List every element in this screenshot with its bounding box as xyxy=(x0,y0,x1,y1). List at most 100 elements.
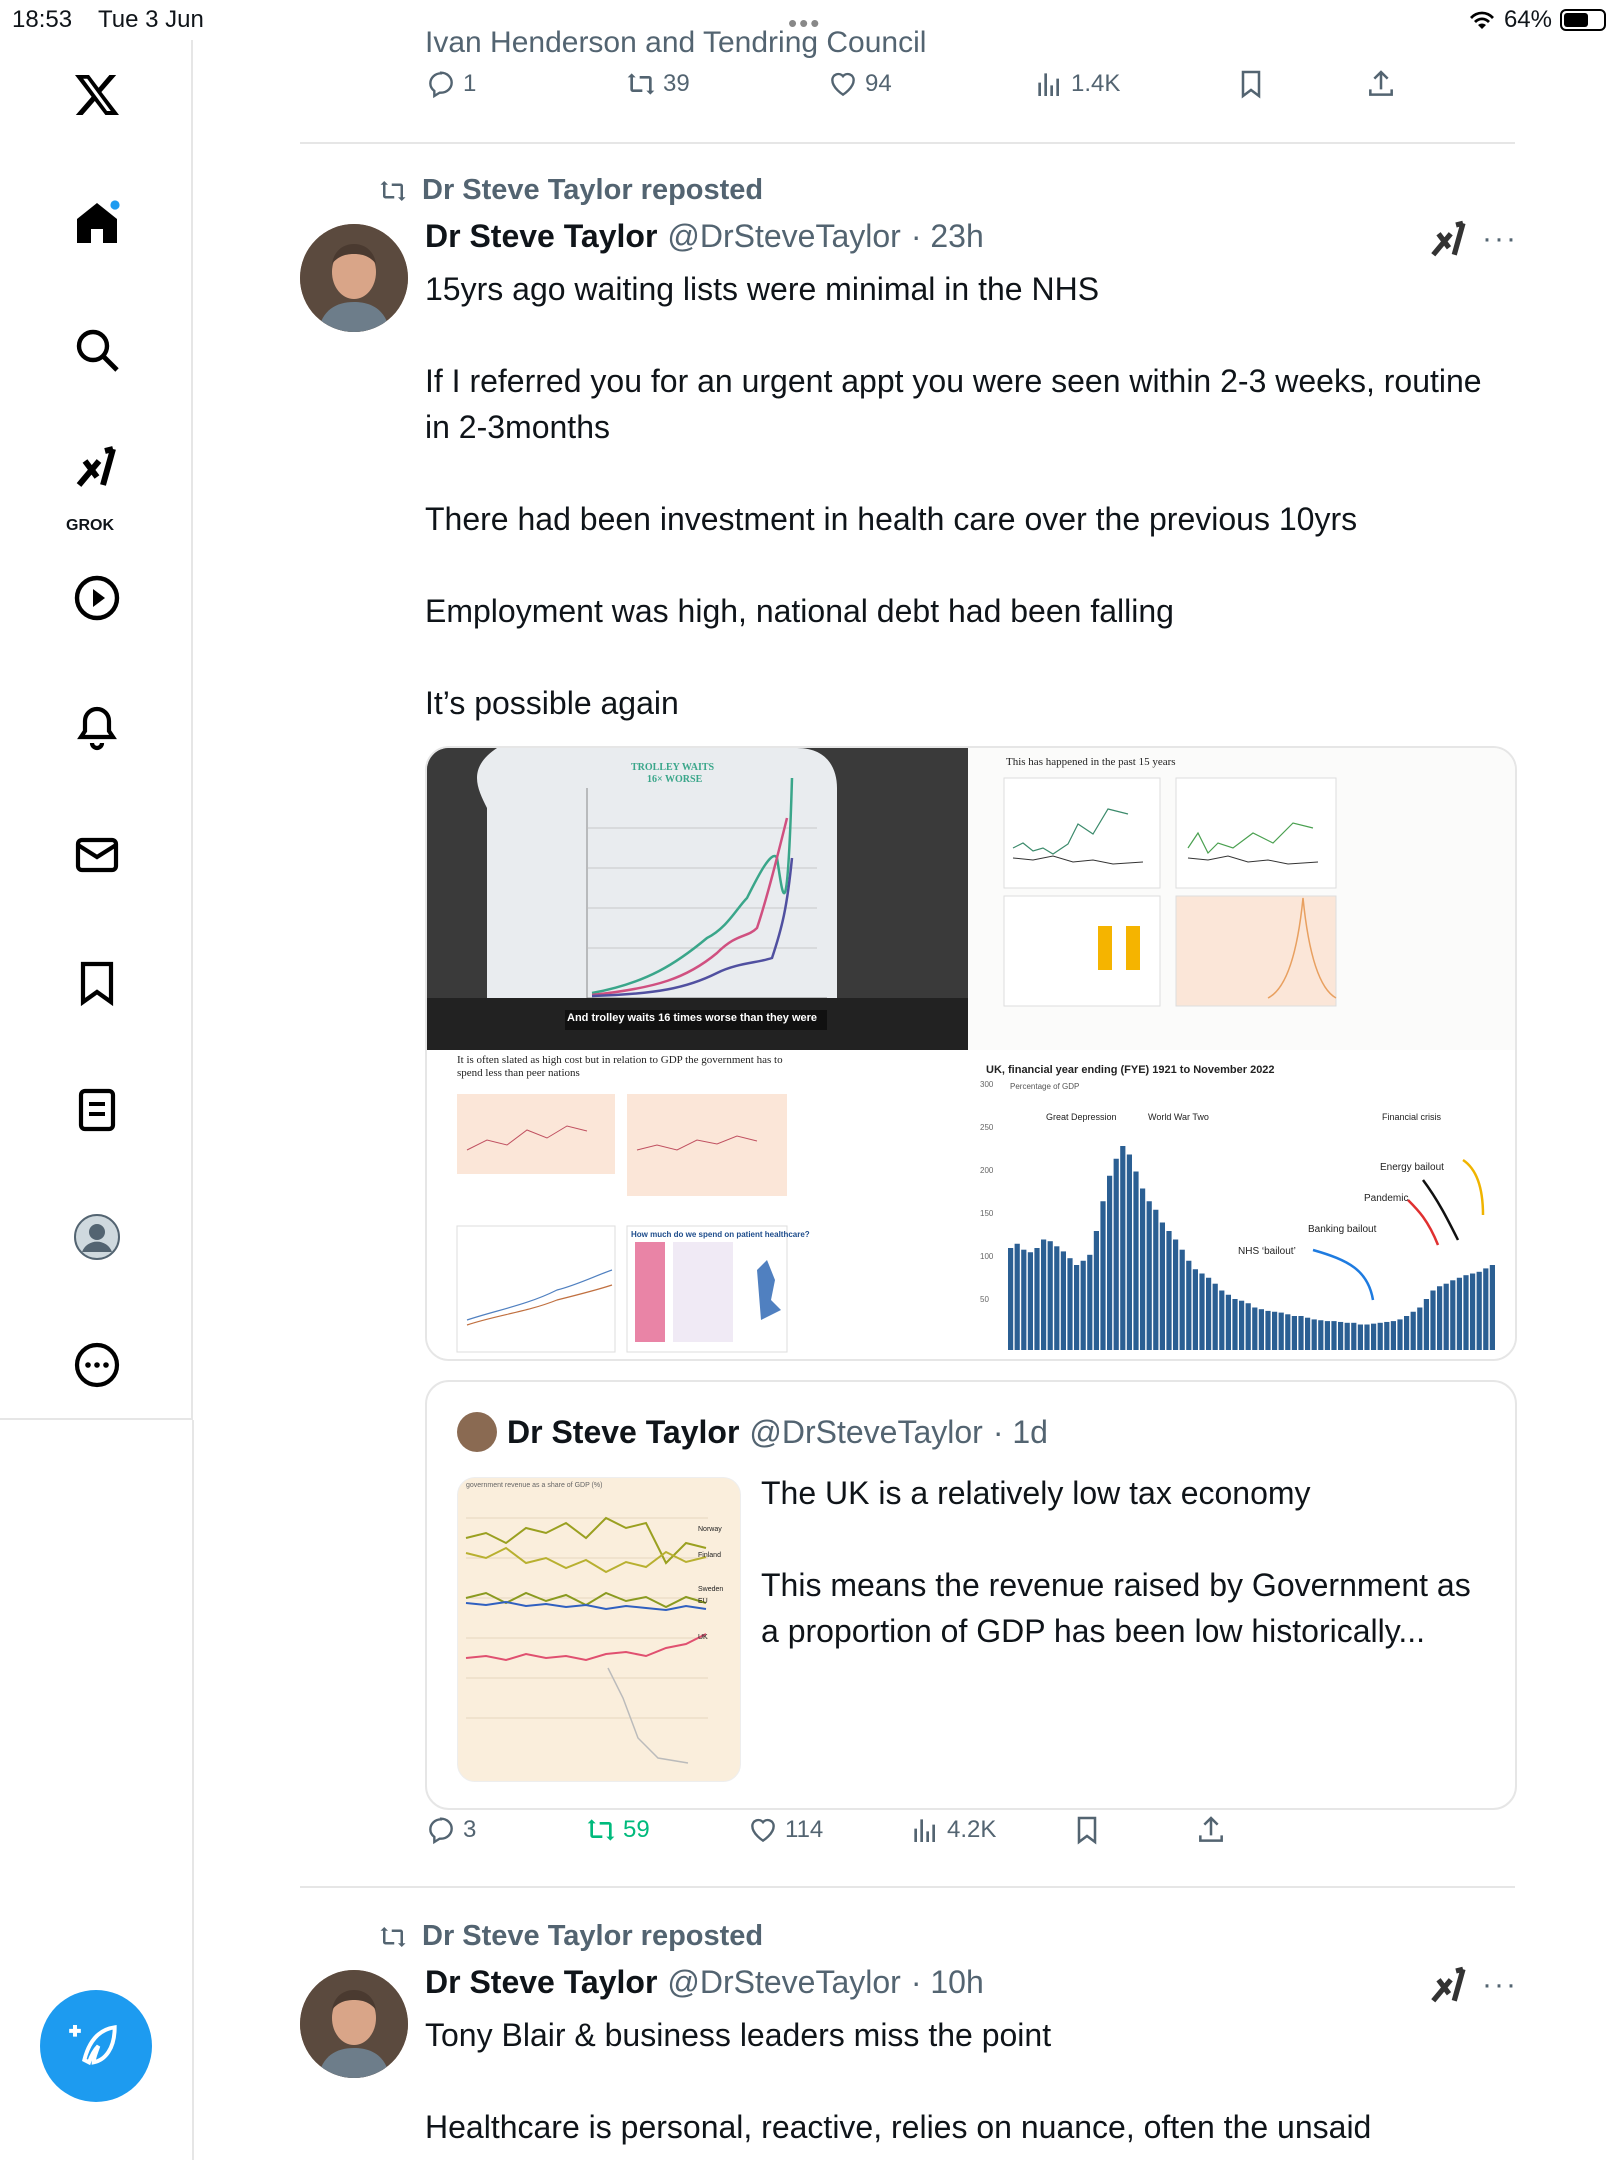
post-author: Dr Steve Taylor @DrSteveTaylor · 10h xyxy=(425,1964,984,2001)
post-more-icon[interactable]: ··· xyxy=(1482,1968,1518,2002)
battery-percent: 64% xyxy=(1503,6,1552,33)
img1-title-line1: TROLLEY WAITS xyxy=(631,762,715,773)
x-logo-icon[interactable] xyxy=(62,60,132,130)
prev-repost-count: 39 xyxy=(663,70,690,97)
quoted-author-name: Dr Steve Taylor xyxy=(507,1413,740,1450)
post-time[interactable]: · 10h xyxy=(911,1964,984,2001)
repost-label: Dr Steve Taylor reposted xyxy=(422,1920,764,1952)
post-divider xyxy=(300,142,1515,144)
prev-bookmark-button[interactable] xyxy=(1235,68,1267,100)
author-handle[interactable]: @DrSteveTaylor xyxy=(667,1964,900,2001)
compose-feather-icon xyxy=(69,2025,117,2066)
prev-views-button[interactable]: 1.4K xyxy=(1033,68,1120,100)
avatar[interactable] xyxy=(300,1970,408,2078)
views-count: 4.2K xyxy=(947,1816,997,1843)
profile-avatar-icon[interactable] xyxy=(62,1202,132,1272)
avatar[interactable] xyxy=(300,224,408,332)
wifi-icon xyxy=(1469,11,1494,30)
post-text: 15yrs ago waiting lists were minimal in … xyxy=(425,271,1482,721)
grok-explain-icon[interactable] xyxy=(1428,1964,1470,2015)
repost-icon xyxy=(587,1819,615,1841)
compose-post-button[interactable] xyxy=(40,1990,152,2102)
like-button[interactable]: 114 xyxy=(747,1814,823,1846)
quoted-image-revenue-chart[interactable]: government revenue as a share of GDP (%)… xyxy=(457,1477,741,1782)
grok-explain-icon[interactable] xyxy=(1428,218,1470,269)
quoted-post[interactable]: Dr Steve Taylor @DrSteveTaylor · 1d gove… xyxy=(425,1380,1517,1810)
quoted-post-text: The UK is a relatively low tax economy T… xyxy=(761,1475,1471,1649)
repost-label: Dr Steve Taylor reposted xyxy=(422,174,764,206)
video-icon[interactable] xyxy=(62,563,132,633)
prev-views-count: 1.4K xyxy=(1071,70,1121,97)
bookmark-icon xyxy=(1241,70,1261,99)
like-icon xyxy=(751,1818,775,1843)
bookmark-icon xyxy=(1077,1816,1097,1845)
share-button[interactable] xyxy=(1195,1814,1227,1846)
share-icon xyxy=(1369,70,1393,96)
post-text: Tony Blair & business leaders miss the p… xyxy=(425,2017,1372,2145)
messages-icon[interactable] xyxy=(62,820,132,890)
quoted-post-header: Dr Steve Taylor @DrSteveTaylor · 1d xyxy=(457,1412,1048,1452)
reply-button[interactable]: 3 xyxy=(425,1814,476,1846)
quoted-avatar xyxy=(457,1412,497,1452)
img3-subtitle: How much do we spend on patient healthca… xyxy=(631,1230,810,1239)
img4-tick-label: 200 xyxy=(980,1166,994,1175)
home-icon[interactable] xyxy=(62,188,132,258)
quoted-img-label-norway: Norway xyxy=(698,1526,722,1533)
grok-icon[interactable] xyxy=(62,432,132,502)
grok-label: GROK xyxy=(66,517,114,534)
prev-post-name-line[interactable]: Ivan Henderson and Tendring Council xyxy=(425,26,926,60)
media-image-debt-chart[interactable]: UK, financial year ending (FYE) 1921 to … xyxy=(968,1050,1515,1359)
prev-reply-count: 1 xyxy=(463,70,477,97)
like-count: 114 xyxy=(785,1816,824,1843)
views-icon xyxy=(914,1819,935,1842)
share-icon xyxy=(1199,1816,1223,1842)
post-author: Dr Steve Taylor @DrSteveTaylor · 23h xyxy=(425,218,984,255)
lists-icon[interactable] xyxy=(62,1075,132,1145)
sidebar: GROK xyxy=(0,40,193,1420)
status-time: 18:53 xyxy=(12,6,73,33)
media-image-gdp-comparison[interactable]: It is often slated as high cost but in r… xyxy=(427,1050,968,1359)
sidebar-divider xyxy=(192,1420,194,2160)
bookmark-button[interactable] xyxy=(1071,1814,1103,1846)
quoted-img-label-finland: Finland xyxy=(698,1552,721,1559)
prev-share-button[interactable] xyxy=(1365,68,1397,100)
prev-reply-button[interactable]: 1 xyxy=(425,68,476,100)
repost-icon xyxy=(627,73,655,95)
repost-button[interactable]: 59 xyxy=(585,1814,650,1846)
prev-like-button[interactable]: 94 xyxy=(827,68,892,100)
author-handle[interactable]: @DrSteveTaylor xyxy=(667,218,900,255)
post-time[interactable]: · 23h xyxy=(911,218,984,255)
search-icon[interactable] xyxy=(62,315,132,385)
battery-icon xyxy=(1560,9,1606,31)
img1-title-line2: 16× WORSE xyxy=(647,774,703,785)
quoted-post-time: · 1d xyxy=(992,1413,1048,1450)
media-image-trolley-waits[interactable]: TROLLEY WAITS 16× WORSE And trolley wait… xyxy=(427,748,968,1050)
views-button[interactable]: 4.2K xyxy=(909,1814,996,1846)
views-icon xyxy=(1038,73,1059,96)
quoted-author-handle: @DrSteveTaylor xyxy=(749,1413,983,1450)
img1-caption: And trolley waits 16 times worse than th… xyxy=(567,1012,818,1024)
img4-tick-label: 50 xyxy=(980,1295,989,1304)
reply-icon xyxy=(429,1817,453,1845)
repost-indicator[interactable]: Dr Steve Taylor reposted xyxy=(376,174,763,207)
prev-repost-button[interactable]: 39 xyxy=(625,68,690,100)
notifications-icon[interactable] xyxy=(62,692,132,762)
bookmarks-icon[interactable] xyxy=(62,948,132,1018)
img4-tick-label: 300 xyxy=(980,1080,994,1089)
post-media-grid[interactable]: TROLLEY WAITS 16× WORSE And trolley wait… xyxy=(425,746,1517,1361)
media-image-sickness-charts[interactable]: This has happened in the past 15 years xyxy=(968,748,1515,1050)
repost-indicator[interactable]: Dr Steve Taylor reposted xyxy=(376,1920,763,1953)
quoted-img-label-eu: EU xyxy=(698,1598,708,1605)
more-options-icon[interactable] xyxy=(62,1330,132,1400)
post-more-icon[interactable]: ··· xyxy=(1482,222,1518,256)
img4-tick-label: 100 xyxy=(980,1252,994,1261)
quoted-img-label-sweden: Sweden xyxy=(698,1586,724,1593)
post-divider xyxy=(300,1886,1515,1888)
quoted-img-label-uk: UK xyxy=(698,1634,708,1641)
reply-count: 3 xyxy=(463,1816,477,1843)
like-icon xyxy=(831,72,855,97)
reply-icon xyxy=(429,71,453,99)
author-name[interactable]: Dr Steve Taylor xyxy=(425,218,657,255)
repost-icon xyxy=(380,1926,406,1947)
author-name[interactable]: Dr Steve Taylor xyxy=(425,1964,657,2001)
